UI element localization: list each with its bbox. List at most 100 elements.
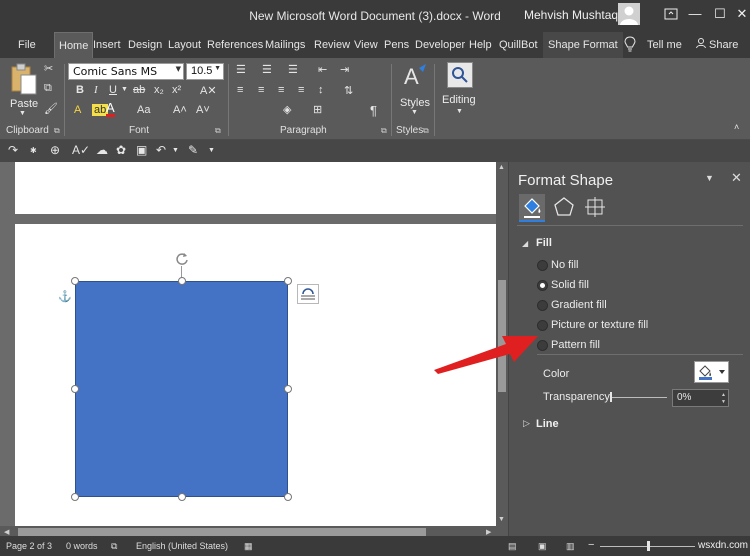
pane-options-icon[interactable]: ▼ <box>705 173 714 183</box>
styles-launcher-icon[interactable]: ⧉ <box>423 126 429 136</box>
resize-handle[interactable] <box>71 277 79 285</box>
paste-button[interactable]: Paste ▼ <box>6 62 40 120</box>
tab-fill-line[interactable] <box>519 194 545 222</box>
tab-mailings[interactable]: Mailings <box>265 39 305 51</box>
tell-me-button[interactable]: Tell me <box>647 39 682 51</box>
maximize-button[interactable]: ☐ <box>708 3 732 25</box>
tab-size-properties[interactable] <box>582 194 608 222</box>
transparency-slider-thumb[interactable] <box>610 392 612 402</box>
spelling-icon[interactable]: A✓ <box>72 143 90 157</box>
cut-icon[interactable]: ✂ <box>44 62 53 75</box>
multilevel-list-icon[interactable]: ☰ <box>288 63 298 76</box>
pilcrow-icon[interactable]: ¶ <box>370 103 377 118</box>
tab-layout[interactable]: Layout <box>168 39 201 51</box>
line-spacing-icon[interactable]: ↕ <box>318 84 324 96</box>
justify-icon[interactable]: ≡ <box>298 84 304 96</box>
collapse-ribbon-icon[interactable]: ˄ <box>734 122 739 132</box>
share-button[interactable]: Share <box>709 39 738 51</box>
rectangle-shape[interactable] <box>75 281 288 497</box>
font-family-select[interactable]: Comic Sans MS ▼ <box>68 63 184 80</box>
read-mode-icon[interactable]: ▤ <box>508 541 517 552</box>
scroll-up-icon[interactable]: ▲ <box>498 164 505 171</box>
resize-handle[interactable] <box>71 493 79 501</box>
globe-icon[interactable]: ⊕ <box>50 143 60 157</box>
radio-no-fill[interactable] <box>537 260 548 271</box>
decrease-indent-icon[interactable]: ⇤ <box>318 63 327 76</box>
font-launcher-icon[interactable]: ⧉ <box>215 126 221 136</box>
spin-up-icon[interactable]: ▲ <box>721 392 726 398</box>
resize-handle[interactable] <box>284 385 292 393</box>
horizontal-scroll-thumb[interactable] <box>18 528 426 536</box>
numbering-icon[interactable]: ☰ <box>262 63 272 76</box>
sort-icon[interactable]: ⇅ <box>344 84 353 97</box>
align-left-icon[interactable]: ≡ <box>237 84 243 96</box>
format-painter-icon[interactable]: 🖌 <box>44 102 58 115</box>
user-name[interactable]: Mehvish Mushtaq <box>524 8 618 22</box>
rotate-handle-icon[interactable] <box>174 251 190 267</box>
word-count[interactable]: 0 words <box>66 541 98 551</box>
close-pane-icon[interactable]: ✕ <box>731 170 742 186</box>
text-effects-icon[interactable]: A <box>74 104 81 116</box>
transparency-input[interactable]: 0% ▲ ▼ <box>672 389 729 407</box>
draw-icon[interactable]: ✎ <box>188 143 198 157</box>
tab-pens[interactable]: Pens <box>384 39 409 51</box>
tab-quillbot[interactable]: QuillBot <box>499 39 538 51</box>
tab-help[interactable]: Help <box>469 39 492 51</box>
radio-solid-fill[interactable] <box>537 280 548 291</box>
layout-options-button[interactable] <box>297 284 319 304</box>
transparency-slider[interactable] <box>610 397 667 398</box>
avatar[interactable] <box>618 3 640 25</box>
shading-icon[interactable]: ◈ <box>283 103 291 116</box>
print-layout-icon[interactable]: ▣ <box>538 541 547 552</box>
resize-handle[interactable] <box>178 277 186 285</box>
clear-formatting-icon[interactable]: A✕ <box>200 84 217 97</box>
proofing-icon[interactable]: ⧉ <box>111 541 117 552</box>
customize-toolbar-icon[interactable]: ▼ <box>208 147 215 154</box>
cloud-icon[interactable]: ☁ <box>96 143 108 157</box>
minimize-button[interactable]: — <box>683 3 707 25</box>
tab-insert[interactable]: Insert <box>93 39 121 51</box>
subscript-icon[interactable]: x₂ <box>154 84 164 96</box>
fill-color-button[interactable] <box>694 361 729 383</box>
chevron-down-icon[interactable]: ▼ <box>172 147 179 154</box>
tab-home[interactable]: Home <box>54 32 94 58</box>
shrink-font-icon[interactable]: A˅ <box>196 104 210 116</box>
ribbon-display-button[interactable] <box>659 3 683 25</box>
underline-icon[interactable]: U <box>109 84 117 96</box>
change-case-icon[interactable]: Aa <box>137 104 150 116</box>
radio-gradient-fill[interactable] <box>537 300 548 311</box>
tab-shape-format[interactable]: Shape Format <box>543 32 623 58</box>
resize-handle[interactable] <box>284 493 292 501</box>
font-size-select[interactable]: 10.5 ▼ <box>186 63 224 80</box>
undo-icon[interactable]: ↶ <box>156 143 166 157</box>
save-icon[interactable]: ▣ <box>136 143 147 157</box>
close-button[interactable]: ✕ <box>730 3 750 25</box>
bullets-icon[interactable]: ☰ <box>236 63 246 76</box>
page-indicator[interactable]: Page 2 of 3 <box>6 541 52 551</box>
strikethrough-icon[interactable]: ab <box>133 84 145 96</box>
scroll-right-icon[interactable]: ▶ <box>486 528 491 536</box>
borders-icon[interactable]: ⊞ <box>313 103 322 116</box>
tab-design[interactable]: Design <box>128 39 162 51</box>
collapse-triangle-icon[interactable]: ◢ <box>522 239 528 248</box>
align-right-icon[interactable]: ≡ <box>278 84 284 96</box>
styles-button[interactable]: A Styles ▼ <box>397 62 433 122</box>
tab-review[interactable]: Review <box>314 39 350 51</box>
tab-effects[interactable] <box>551 194 577 222</box>
italic-icon[interactable]: I <box>94 84 98 96</box>
document-page[interactable] <box>15 162 496 214</box>
tab-developer[interactable]: Developer <box>415 39 465 51</box>
scroll-left-icon[interactable]: ◀ <box>4 528 9 536</box>
accessibility-icon[interactable]: ▦ <box>244 541 253 552</box>
line-section-header[interactable]: Line <box>536 418 559 430</box>
zoom-out-icon[interactable]: − <box>588 539 594 551</box>
language-indicator[interactable]: English (United States) <box>136 541 228 551</box>
fill-section-header[interactable]: Fill <box>536 237 552 249</box>
grow-font-icon[interactable]: A˄ <box>173 104 187 116</box>
resize-handle[interactable] <box>178 493 186 501</box>
expand-triangle-icon[interactable]: ▷ <box>523 418 530 429</box>
resize-handle[interactable] <box>71 385 79 393</box>
resize-handle[interactable] <box>284 277 292 285</box>
font-color-icon[interactable]: A <box>106 101 115 117</box>
tab-file[interactable]: File <box>18 39 36 51</box>
